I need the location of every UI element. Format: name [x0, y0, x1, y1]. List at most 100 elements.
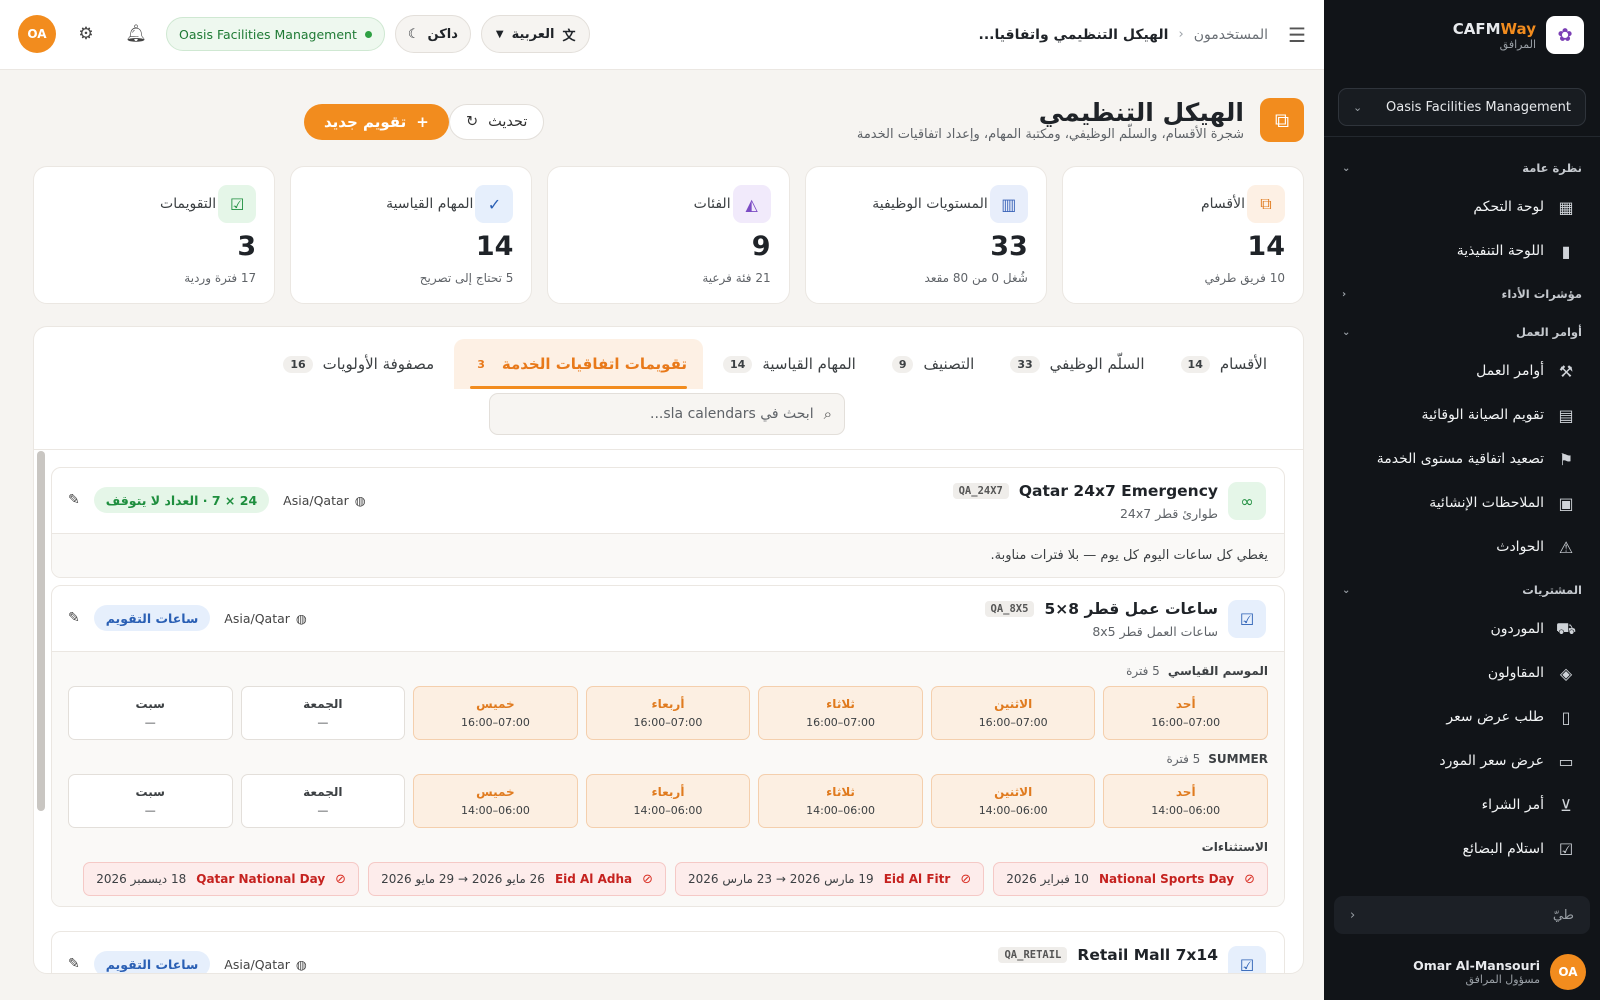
tab-job-ladder[interactable]: السلّم الوظيفي 33 — [994, 339, 1160, 389]
status-dot-icon — [364, 30, 372, 38]
check-circle-icon: ✓ — [475, 185, 514, 223]
day-slot[interactable]: أحد 14:00–06:00 — [1103, 774, 1268, 828]
nav-section-overview[interactable]: نظرة عامة ⌄ — [1338, 151, 1586, 185]
org-status-badge[interactable]: Oasis Facilities Management — [166, 17, 385, 51]
tab-classification[interactable]: التصنيف 9 — [876, 339, 991, 389]
tab-sla-calendars[interactable]: تقويمات اتفاقيات الخدمة 3 — [454, 339, 703, 389]
scrollbar-thumb[interactable] — [37, 451, 45, 811]
bell-icon[interactable]: 🔔︎ — [116, 15, 156, 53]
chevron-left-icon: ‹ — [1178, 27, 1184, 42]
menu-icon[interactable]: ☰ — [1288, 23, 1306, 47]
sidebar-item-construction-notes[interactable]: ▣ الملاحظات الإنشائية — [1338, 481, 1586, 525]
calendar-code: QA_24X7 — [952, 483, 1009, 499]
sidebar-item-sla-escalation[interactable]: ⚑ تصعيد اتفاقية مستوى الخدمة — [1338, 437, 1586, 481]
day-slot[interactable]: الاثنين 16:00–07:00 — [930, 686, 1096, 740]
calendar-name: Retail Mall 7x14 QA_RETAIL — [998, 946, 1218, 964]
nav-section-purchasing[interactable]: المشتريات ⌄ — [1338, 573, 1586, 607]
tab-count: 14 — [1180, 355, 1210, 373]
org-selector[interactable]: Oasis Facilities Management ⌄ — [1338, 88, 1586, 126]
tab-priority-matrix[interactable]: مصفوفة الأولويات 16 — [267, 339, 450, 389]
clipboard-check-icon: ☑ — [1558, 839, 1574, 859]
collapse-sidebar-button[interactable]: طيّ ‹ — [1334, 896, 1590, 934]
search-input[interactable] — [523, 406, 814, 422]
avatar[interactable]: OA — [18, 15, 56, 53]
day-slot[interactable]: الجمعة — — [240, 686, 406, 740]
sidebar-item-supplier-quote[interactable]: ▭ عرض سعر المورد — [1338, 739, 1586, 783]
pencil-icon[interactable]: ✎ — [68, 610, 80, 626]
language-select[interactable]: 文 العربية ▼ — [480, 15, 591, 53]
exception-chip[interactable]: ⊘ Qatar National Day 18 ديسمبر 2026 — [83, 862, 360, 896]
pencil-icon[interactable]: ✎ — [68, 492, 80, 508]
theme-toggle[interactable]: داكن ☾ — [394, 15, 471, 53]
warning-icon: ⚠ — [1558, 537, 1574, 557]
stat-value: 3 — [237, 231, 257, 262]
avatar: OA — [1550, 954, 1586, 990]
season-days: أحد 14:00–06:00 الاثنين 14:00–06:00 ثلاثاء… — [67, 774, 1268, 828]
org-structure-icon: ⧉ — [1260, 98, 1304, 142]
breadcrumb: المستخدمون ‹ الهيكل التنظيمي واتفاقيا... — [979, 27, 1269, 43]
handshake-icon: ◈ — [1559, 663, 1573, 683]
day-slot[interactable]: سبت — — [67, 686, 233, 740]
tab-standard-tasks[interactable]: المهام القياسية 14 — [707, 339, 872, 389]
stat-label: الأقسام — [1201, 196, 1245, 212]
sidebar-item-purchase-order[interactable]: ⊻ أمر الشراء — [1338, 783, 1586, 827]
day-slot[interactable]: ثلاثاء 16:00–07:00 — [758, 686, 923, 740]
calendar-name: Qatar 24x7 Emergency QA_24X7 — [952, 482, 1218, 500]
scrollbar[interactable] — [37, 451, 45, 971]
day-slot[interactable]: ثلاثاء 14:00–06:00 — [758, 774, 923, 828]
receipt-icon: ▭ — [1558, 751, 1574, 771]
stat-label: التقويمات — [160, 196, 217, 212]
day-slot[interactable]: الاثنين 14:00–06:00 — [930, 774, 1096, 828]
nav-section-kpi[interactable]: مؤشرات الأداء ‹ — [1338, 277, 1586, 311]
sidebar-item-executive[interactable]: ▮ اللوحة التنفيذية — [1338, 229, 1586, 273]
nav-section-work-orders[interactable]: أوامر العمل ⌄ — [1338, 315, 1586, 349]
sidebar-item-dashboard[interactable]: ▦ لوحة التحكم — [1338, 185, 1586, 229]
calendar-check-icon: ☑ — [218, 185, 257, 223]
stat-value: 14 — [475, 231, 514, 262]
page-subtitle: شجرة الأقسام، والسلّم الوظيفي، ومكتبة ال… — [856, 127, 1244, 142]
stat-card-levels: ▥ المستويات الوظيفية 33 شُغل 0 من 80 مقع… — [804, 166, 1047, 304]
day-slot[interactable]: خميس 16:00–07:00 — [413, 686, 578, 740]
user-name: Omar Al-Mansouri — [1413, 958, 1540, 973]
pencil-icon[interactable]: ✎ — [68, 956, 80, 972]
gear-icon[interactable]: ⚙ — [66, 15, 106, 53]
day-slot[interactable]: الجمعة — — [240, 774, 406, 828]
sidebar-item-goods-receipt[interactable]: ☑ استلام البضائع — [1338, 827, 1586, 871]
day-slot[interactable]: خميس 14:00–06:00 — [413, 774, 578, 828]
exception-chip[interactable]: ⊘ Eid Al Fitr 19 مارس 2026 → 23 مارس 2026 — [675, 862, 985, 896]
chevron-down-icon: ⌄ — [1342, 326, 1351, 338]
exception-chip[interactable]: ⊘ National Sports Day 10 فبراير 2026 — [993, 862, 1268, 896]
day-slot[interactable]: سبت — — [67, 774, 233, 828]
day-slot[interactable]: أربعاء 14:00–06:00 — [585, 774, 751, 828]
calendar-name: ساعات عمل قطر 8×5 QA_8X5 — [984, 600, 1218, 618]
sidebar: ✿ CAFMWay المرافق Oasis Facilities Manag… — [1324, 0, 1600, 1000]
breadcrumb-parent[interactable]: المستخدمون — [1194, 27, 1268, 43]
main-card: الأقسام 14 السلّم الوظيفي 33 التصنيف 9 المه… — [33, 326, 1304, 974]
ban-icon: ⊘ — [642, 871, 654, 887]
calendar-header: ☑ Retail Mall 7x14 QA_RETAIL ✎ ساعات التق… — [52, 932, 1284, 973]
sidebar-item-ppm-calendar[interactable]: ▤ تقويم الصيانة الوقائية — [1338, 393, 1586, 437]
ladder-icon: ▥ — [989, 185, 1028, 223]
calendar-type-badge: ساعات التقويم — [93, 605, 211, 631]
stat-card-departments: ⧉ الأقسام 14 10 فريق طرفي — [1061, 166, 1304, 304]
new-calendar-button[interactable]: + تقويم جديد — [304, 104, 449, 140]
season-days: أحد 16:00–07:00 الاثنين 16:00–07:00 ثلاثاء… — [67, 686, 1268, 740]
moon-icon: ☾ — [407, 26, 420, 42]
tab-departments[interactable]: الأقسام 14 — [1165, 339, 1283, 389]
divider — [34, 449, 1303, 450]
sidebar-item-contractors[interactable]: ◈ المقاولون — [1338, 651, 1586, 695]
sidebar-item-work-orders[interactable]: ⚒ أوامر العمل — [1338, 349, 1586, 393]
sidebar-item-rfq[interactable]: ▯ طلب عرض سعر — [1338, 695, 1586, 739]
sidebar-item-incidents[interactable]: ⚠ الحوادث — [1338, 525, 1586, 569]
brand[interactable]: ✿ CAFMWay المرافق — [1324, 0, 1600, 70]
calendar-subtitle: ساعات العمل قطر 8x5 — [1092, 624, 1218, 639]
refresh-button[interactable]: تحديث ↻ — [449, 104, 545, 140]
calendar-check-icon: ☑ — [1228, 946, 1266, 973]
sidebar-item-suppliers[interactable]: ⛟ الموردون — [1338, 607, 1586, 651]
day-slot[interactable]: أحد 16:00–07:00 — [1103, 686, 1268, 740]
exception-chip[interactable]: ⊘ Eid Al Adha 26 مايو 2026 → 29 مايو 2026 — [368, 862, 667, 896]
user-profile[interactable]: OA Omar Al-Mansouri مسؤول المرافق — [1413, 954, 1586, 990]
chevron-down-icon: ⌄ — [1353, 100, 1363, 114]
day-slot[interactable]: أربعاء 16:00–07:00 — [585, 686, 751, 740]
sidebar-nav: نظرة عامة ⌄ ▦ لوحة التحكم ▮ اللوحة التنفيذي… — [1324, 147, 1600, 877]
